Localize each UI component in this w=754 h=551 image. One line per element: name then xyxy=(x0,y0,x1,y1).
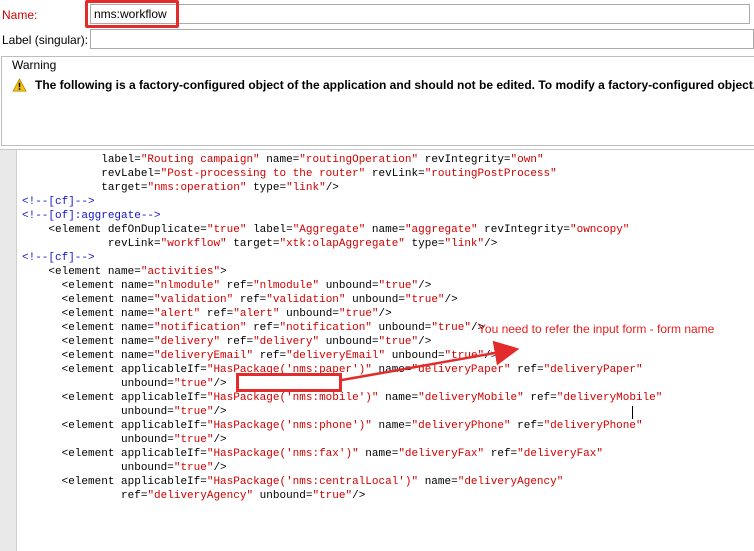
ref-delivery-highlight-box xyxy=(236,373,342,392)
code-line: revLink="workflow" target="xtk:olapAggre… xyxy=(107,238,498,250)
code-line: unbound="true"/> xyxy=(121,406,227,418)
warning-panel: Warning The following is a factory-confi… xyxy=(1,56,754,146)
name-highlight-box xyxy=(85,0,179,28)
code-line: unbound="true"/> xyxy=(121,378,227,390)
singular-label: Label (singular): xyxy=(2,33,89,47)
code-line: <element applicableIf="HasPackage('nms:p… xyxy=(22,364,643,376)
code-line: <element name="delivery" ref="delivery" … xyxy=(22,336,432,348)
name-input[interactable] xyxy=(90,4,750,24)
code-line: ref="deliveryAgency" unbound="true"/> xyxy=(121,490,366,502)
code-line: <element name="validation" ref="validati… xyxy=(22,294,458,306)
code-line: <!--[of]:aggregate--> xyxy=(22,210,161,222)
code-line: unbound="true"/> xyxy=(121,434,227,446)
warning-title: Warning xyxy=(12,58,57,72)
code-line: label="Routing campaign" name="routingOp… xyxy=(101,154,544,166)
code-line: <element name="nlmodule" ref="nlmodule" … xyxy=(22,280,432,292)
code-line: <element applicableIf="HasPackage('nms:p… xyxy=(22,420,643,432)
code-line: <!--[cf]--> xyxy=(22,196,95,208)
xml-editor[interactable]: label="Routing campaign" name="routingOp… xyxy=(0,149,754,551)
code-line: <!--[cf]--> xyxy=(22,252,95,264)
code-line: <element name="activities"> xyxy=(22,266,227,278)
singular-input[interactable] xyxy=(90,29,754,49)
annotation-text: You need to refer the input form - form … xyxy=(478,322,715,336)
code-line: <element name="alert" ref="alert" unboun… xyxy=(22,308,392,320)
code-line: <element applicableIf="HasPackage('nms:m… xyxy=(22,392,663,404)
code-line: revLabel="Post-processing to the router"… xyxy=(101,168,557,180)
name-label: Name: xyxy=(2,8,38,22)
warning-message: The following is a factory-configured ob… xyxy=(35,78,754,92)
editor-gutter xyxy=(0,150,17,551)
code-line: <element name="deliveryEmail" ref="deliv… xyxy=(22,350,498,362)
code-line: target="nms:operation" type="link"/> xyxy=(101,182,339,194)
code-line: <element applicableIf="HasPackage('nms:f… xyxy=(22,448,603,460)
code-line: <element applicableIf="HasPackage('nms:c… xyxy=(22,476,564,488)
warning-icon xyxy=(12,78,27,92)
code-line: <element defOnDuplicate="true" label="Ag… xyxy=(22,224,630,236)
text-cursor xyxy=(632,406,633,419)
code-line: unbound="true"/> xyxy=(121,462,227,474)
